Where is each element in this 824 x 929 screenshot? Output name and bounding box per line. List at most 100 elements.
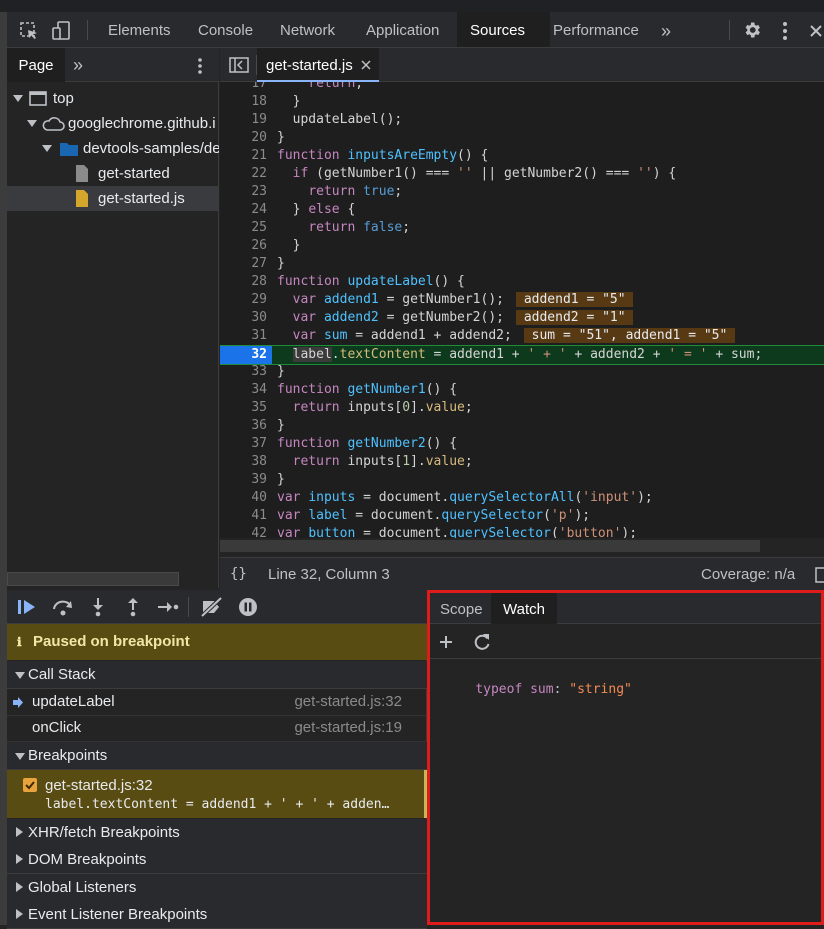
line-number[interactable]: 24 bbox=[220, 201, 267, 219]
tab-scope[interactable]: Scope bbox=[430, 593, 493, 624]
line-number[interactable]: 25 bbox=[220, 219, 267, 237]
line-number[interactable]: 20 bbox=[220, 129, 267, 147]
call-frame-current[interactable]: updateLabel get-started.js:32 bbox=[7, 689, 427, 716]
inspect-element-icon[interactable] bbox=[19, 21, 39, 41]
customize-menu-icon[interactable] bbox=[781, 21, 789, 41]
breakpoints-header[interactable]: Breakpoints bbox=[7, 742, 427, 770]
code-line[interactable]: 38 return inputs[1].value; bbox=[220, 453, 824, 471]
toggle-drawer-icon[interactable] bbox=[815, 567, 824, 583]
step-over-icon[interactable] bbox=[51, 597, 75, 617]
code-line[interactable]: 21 function inputsAreEmpty() { bbox=[220, 147, 824, 165]
more-tabs-button[interactable]: » bbox=[651, 12, 681, 47]
settings-gear-icon[interactable] bbox=[742, 20, 762, 40]
code-line[interactable]: 33} bbox=[220, 363, 824, 381]
code-line[interactable]: 30 var addend2 = getNumber2(); addend2 =… bbox=[220, 309, 824, 327]
toggle-navigator-icon[interactable] bbox=[229, 57, 249, 73]
line-number[interactable]: 23 bbox=[220, 183, 267, 201]
line-number[interactable]: 37 bbox=[220, 435, 267, 453]
tree-item-folder[interactable]: devtools-samples/de bbox=[7, 136, 219, 161]
code-line[interactable]: 22 if (getNumber1() === '' || getNumber2… bbox=[220, 165, 824, 183]
device-toolbar-icon[interactable] bbox=[51, 20, 73, 42]
close-devtools-icon[interactable] bbox=[808, 23, 824, 39]
line-number[interactable]: 26 bbox=[220, 237, 267, 255]
step-into-icon[interactable] bbox=[90, 597, 106, 617]
tree-item-origin[interactable]: googlechrome.github.i bbox=[7, 111, 219, 136]
refresh-icon[interactable] bbox=[473, 633, 491, 651]
line-number[interactable]: 38 bbox=[220, 453, 267, 471]
code-line[interactable]: 29 var addend1 = getNumber1(); addend1 =… bbox=[220, 291, 824, 309]
dom-breakpoints-header[interactable]: DOM Breakpoints bbox=[7, 846, 427, 874]
code-line[interactable]: 19 updateLabel(); bbox=[220, 111, 824, 129]
editor-horizontal-scrollbar[interactable] bbox=[220, 538, 824, 555]
code-line[interactable]: 27} bbox=[220, 255, 824, 273]
global-listeners-header[interactable]: Global Listeners bbox=[7, 874, 427, 902]
line-number[interactable]: 39 bbox=[220, 471, 267, 489]
line-number[interactable]: 17 bbox=[220, 82, 267, 93]
breakpoint-marker[interactable]: 32 bbox=[220, 346, 272, 364]
navigator-menu-icon[interactable] bbox=[196, 57, 204, 75]
breakpoint-item[interactable]: get-started.js:32 label.textContent = ad… bbox=[7, 770, 427, 818]
call-stack-header[interactable]: Call Stack bbox=[7, 661, 427, 689]
add-expression-icon[interactable] bbox=[439, 635, 453, 649]
step-icon[interactable] bbox=[157, 598, 179, 616]
line-number[interactable]: 18 bbox=[220, 93, 267, 111]
xhr-breakpoints-header[interactable]: XHR/fetch Breakpoints bbox=[7, 819, 427, 847]
line-number[interactable]: 27 bbox=[220, 255, 267, 273]
tab-network[interactable]: Network bbox=[270, 12, 345, 47]
code-line[interactable]: 37 function getNumber2() { bbox=[220, 435, 824, 453]
tab-console[interactable]: Console bbox=[188, 12, 263, 47]
line-number[interactable]: 21 bbox=[220, 147, 267, 165]
navigator-more-button[interactable]: » bbox=[73, 48, 83, 82]
pause-on-exceptions-icon[interactable] bbox=[238, 597, 258, 617]
navigator-scrollbar[interactable] bbox=[7, 572, 179, 586]
frame-location[interactable]: get-started.js:32 bbox=[294, 689, 402, 715]
line-number[interactable]: 35 bbox=[220, 399, 267, 417]
code-line[interactable]: 41 var label = document.querySelector('p'… bbox=[220, 507, 824, 525]
code-line[interactable]: 25 return false; bbox=[220, 219, 824, 237]
tab-page[interactable]: Page bbox=[7, 48, 65, 82]
watch-expression-row[interactable]: typeof sum: "string" bbox=[444, 667, 632, 712]
call-frame[interactable]: onClick get-started.js:19 bbox=[7, 715, 427, 742]
tab-elements[interactable]: Elements bbox=[98, 12, 181, 47]
scrollbar-thumb[interactable] bbox=[220, 540, 760, 552]
close-tab-icon[interactable] bbox=[361, 60, 371, 70]
line-number[interactable]: 40 bbox=[220, 489, 267, 507]
tree-item-top[interactable]: top bbox=[7, 86, 219, 111]
breakpoint-checkbox[interactable] bbox=[23, 778, 37, 792]
line-number[interactable]: 34 bbox=[220, 381, 267, 399]
code-line-current[interactable]: 32 label.textContent = addend1 + ' + ' +… bbox=[220, 345, 824, 365]
code-line[interactable]: 31 var sum = addend1 + addend2; sum = "5… bbox=[220, 327, 824, 345]
tab-watch[interactable]: Watch bbox=[491, 593, 557, 624]
line-number[interactable]: 41 bbox=[220, 507, 267, 525]
line-number[interactable]: 28 bbox=[220, 273, 267, 291]
code-line[interactable]: 20} bbox=[220, 129, 824, 147]
code-line[interactable]: 35 return inputs[0].value; bbox=[220, 399, 824, 417]
line-number[interactable]: 30 bbox=[220, 309, 267, 327]
line-number[interactable]: 31 bbox=[220, 327, 267, 345]
frame-location[interactable]: get-started.js:19 bbox=[294, 715, 402, 741]
code-line[interactable]: 39} bbox=[220, 471, 824, 489]
resume-icon[interactable] bbox=[17, 598, 37, 616]
tree-item-file[interactable]: get-started bbox=[7, 161, 219, 186]
code-line[interactable]: 36} bbox=[220, 417, 824, 435]
tab-performance[interactable]: Performance bbox=[543, 12, 649, 47]
tree-item-file-selected[interactable]: get-started.js bbox=[7, 186, 219, 211]
line-number[interactable]: 36 bbox=[220, 417, 267, 435]
code-line[interactable]: 26 } bbox=[220, 237, 824, 255]
line-number[interactable]: 22 bbox=[220, 165, 267, 183]
tab-sources[interactable]: Sources bbox=[457, 12, 550, 47]
file-tab-get-started-js[interactable]: get-started.js bbox=[257, 48, 379, 82]
code-line[interactable]: 18 } bbox=[220, 93, 824, 111]
code-line[interactable]: 28 function updateLabel() { bbox=[220, 273, 824, 291]
code-line[interactable]: 17 return; bbox=[220, 82, 824, 93]
code-line[interactable]: 23 return true; bbox=[220, 183, 824, 201]
tab-application[interactable]: Application bbox=[356, 12, 449, 47]
line-number[interactable]: 19 bbox=[220, 111, 267, 129]
code-line[interactable]: 40 var inputs = document.querySelectorAll… bbox=[220, 489, 824, 507]
code-line[interactable]: 24 } else { bbox=[220, 201, 824, 219]
pretty-print-icon[interactable]: {} bbox=[230, 558, 247, 591]
code-line[interactable]: 34 function getNumber1() { bbox=[220, 381, 824, 399]
line-number[interactable]: 33 bbox=[220, 363, 267, 381]
line-number[interactable]: 29 bbox=[220, 291, 267, 309]
step-out-icon[interactable] bbox=[125, 597, 141, 617]
